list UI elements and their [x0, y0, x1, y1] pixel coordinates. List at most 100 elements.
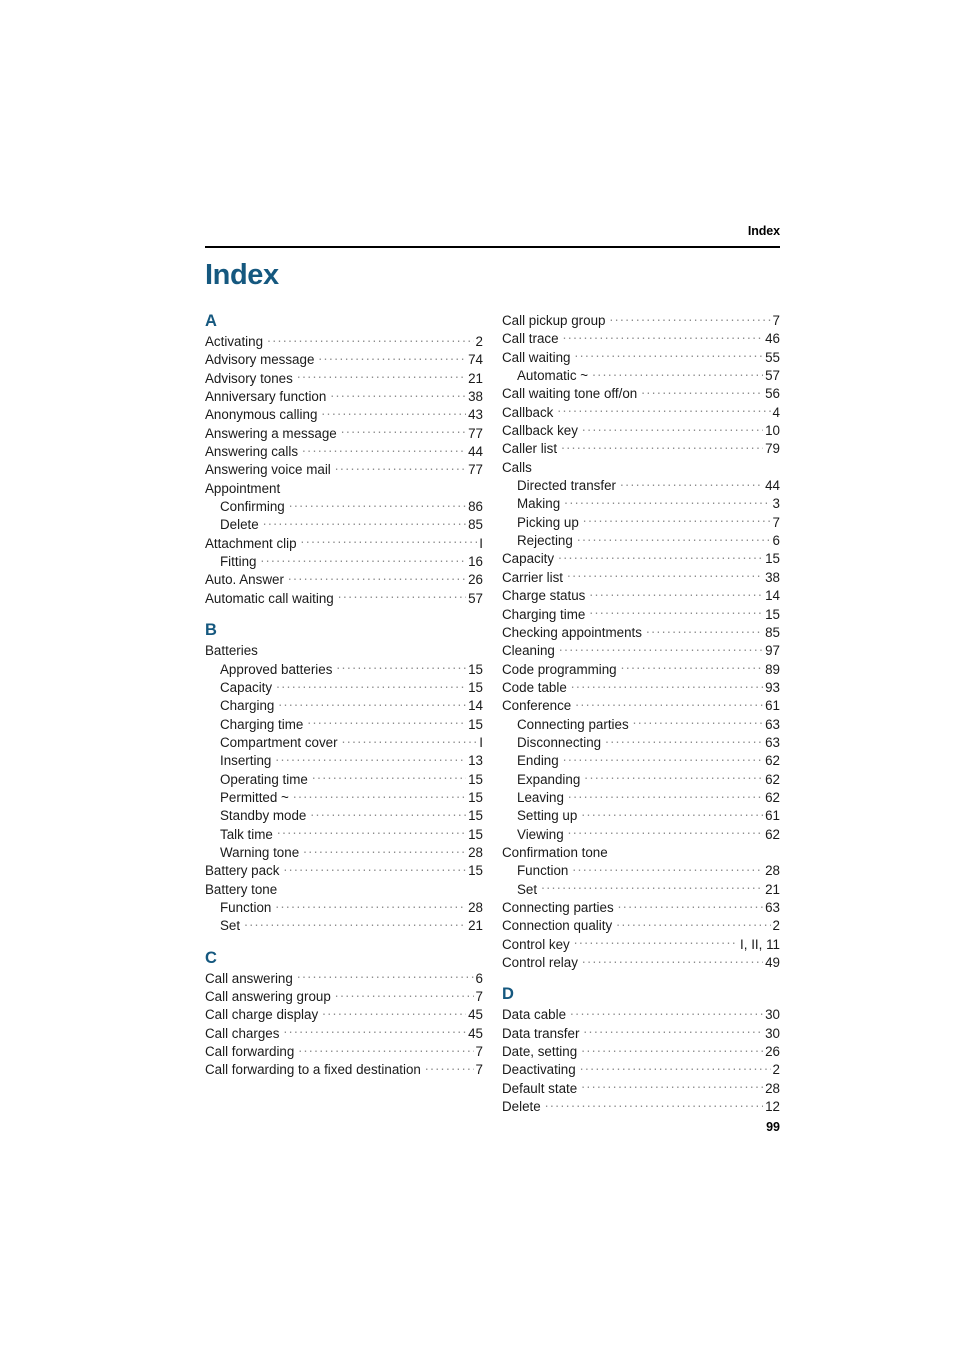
index-entry[interactable]: Function 28: [502, 862, 780, 880]
index-section-letter: D: [502, 985, 514, 1004]
index-entry[interactable]: Function 28: [205, 899, 483, 917]
index-entry-label: Call waiting: [502, 349, 571, 365]
index-entry[interactable]: Talk time 15: [205, 826, 483, 844]
index-entry-group[interactable]: Calls: [502, 459, 780, 477]
index-entry[interactable]: Compartment cover I: [205, 734, 483, 752]
index-entry[interactable]: Callback 4: [502, 404, 780, 422]
index-entry[interactable]: Connecting parties 63: [502, 899, 780, 917]
index-entry[interactable]: Connecting parties 63: [502, 716, 780, 734]
index-entry[interactable]: Inserting 13: [205, 752, 483, 770]
index-entry[interactable]: Picking up 7: [502, 514, 780, 532]
index-entry[interactable]: Control key I, II, 11: [502, 936, 780, 954]
index-entry[interactable]: Permitted ~ 15: [205, 789, 483, 807]
index-entry[interactable]: Call forwarding 7: [205, 1043, 483, 1061]
index-entry-label: Call answering group: [205, 989, 331, 1004]
index-entry[interactable]: Data cable 30: [502, 1006, 780, 1024]
index-entry[interactable]: Attachment clip I: [205, 535, 483, 553]
index-entry[interactable]: Date, setting 26: [502, 1043, 780, 1061]
index-entry[interactable]: Data transfer 30: [502, 1025, 780, 1043]
index-entry[interactable]: Call answering 6: [205, 970, 483, 988]
index-entry[interactable]: Deactivating 2: [502, 1061, 780, 1079]
index-entry[interactable]: Delete 12: [502, 1098, 780, 1116]
index-entry[interactable]: Leaving 62: [502, 789, 780, 807]
index-entry[interactable]: Activating 2: [205, 333, 483, 351]
index-entry[interactable]: Control relay 49: [502, 954, 780, 972]
index-entry[interactable]: Cleaning 97: [502, 642, 780, 660]
index-entry-page-number: 62: [765, 826, 780, 842]
dot-leader: [260, 553, 466, 566]
index-entry[interactable]: Call forwarding to a fixed destination 7: [205, 1061, 483, 1079]
dot-leader: [545, 1098, 763, 1111]
index-entry-group[interactable]: Confirmation tone: [502, 844, 780, 862]
index-entry[interactable]: Standby mode 15: [205, 807, 483, 825]
index-entry[interactable]: Code table 93: [502, 679, 780, 697]
index-entry[interactable]: Warning tone 28: [205, 844, 483, 862]
index-entry[interactable]: Charging time 15: [502, 606, 780, 624]
index-entry[interactable]: Advisory message 74: [205, 351, 483, 369]
index-entry[interactable]: Answering calls 44: [205, 443, 483, 461]
index-entry[interactable]: Directed transfer 44: [502, 477, 780, 495]
index-entry[interactable]: Call trace 46: [502, 330, 780, 348]
index-entry[interactable]: Call charge display 45: [205, 1006, 483, 1024]
index-entry-group[interactable]: Battery tone: [205, 881, 483, 899]
index-entry[interactable]: Default state 28: [502, 1080, 780, 1098]
index-entry-label: Default state: [502, 1080, 578, 1096]
index-entry[interactable]: Viewing 62: [502, 826, 780, 844]
index-entry[interactable]: Fitting 16: [205, 553, 483, 571]
index-entry[interactable]: Confirming 86: [205, 498, 483, 516]
index-entry[interactable]: Anniversary function 38: [205, 388, 483, 406]
index-entry-group[interactable]: Batteries: [205, 642, 483, 660]
index-entry-page-number: 62: [765, 789, 780, 805]
index-entry[interactable]: Anonymous calling 43: [205, 406, 483, 424]
index-entry-group[interactable]: Appointment: [205, 480, 483, 498]
index-entry[interactable]: Charging 14: [205, 697, 483, 715]
index-entry-page-number: 86: [468, 499, 483, 515]
index-entry[interactable]: Conference 61: [502, 697, 780, 715]
index-entry[interactable]: Auto. Answer 26: [205, 571, 483, 589]
index-entry[interactable]: Capacity 15: [502, 550, 780, 568]
index-entry[interactable]: Approved batteries 15: [205, 661, 483, 679]
index-entry-label: Expanding: [517, 771, 581, 787]
index-entry-page-number: 15: [468, 789, 483, 805]
page-title: Index: [205, 259, 279, 291]
index-entry[interactable]: Charging time 15: [205, 716, 483, 734]
index-entry[interactable]: Call answering group 7: [205, 988, 483, 1006]
index-entry[interactable]: Disconnecting 63: [502, 734, 780, 752]
index-entry[interactable]: Carrier list 38: [502, 569, 780, 587]
index-entry-label: Activating: [205, 334, 264, 349]
index-entry[interactable]: Delete 85: [205, 516, 483, 534]
index-entry[interactable]: Automatic ~ 57: [502, 367, 780, 385]
index-entry[interactable]: Set 21: [205, 917, 483, 935]
index-entry[interactable]: Call waiting tone off/on 56: [502, 385, 780, 403]
running-header: Index: [205, 222, 780, 240]
index-entry[interactable]: Rejecting 6: [502, 532, 780, 550]
index-entry[interactable]: Set 21: [502, 881, 780, 899]
index-entry[interactable]: Making 3: [502, 495, 780, 513]
index-entry[interactable]: Call charges 45: [205, 1025, 483, 1043]
index-entry[interactable]: Automatic call waiting 57: [205, 590, 483, 608]
index-entry[interactable]: Advisory tones 21: [205, 370, 483, 388]
dot-leader: [342, 734, 478, 747]
index-entry-label: Capacity: [220, 679, 273, 695]
index-entry[interactable]: Capacity 15: [205, 679, 483, 697]
index-entry-label: Attachment clip: [205, 535, 297, 551]
index-entry[interactable]: Expanding 62: [502, 771, 780, 789]
index-entry[interactable]: Call waiting 55: [502, 349, 780, 367]
index-entry[interactable]: Caller list 79: [502, 440, 780, 458]
index-entry[interactable]: Connection quality 2: [502, 917, 780, 935]
index-entry[interactable]: Callback key 10: [502, 422, 780, 440]
dot-leader: [263, 516, 466, 529]
index-entry[interactable]: Code programming 89: [502, 661, 780, 679]
index-entry[interactable]: Operating time 15: [205, 771, 483, 789]
index-entry[interactable]: Call pickup group 7: [502, 312, 780, 330]
index-entry[interactable]: Answering voice mail 77: [205, 461, 483, 479]
index-entry[interactable]: Battery pack 15: [205, 862, 483, 880]
index-entry[interactable]: Answering a message 77: [205, 425, 483, 443]
index-entry[interactable]: Charge status 14: [502, 587, 780, 605]
index-entry[interactable]: Setting up 61: [502, 807, 780, 825]
index-entry[interactable]: Checking appointments 85: [502, 624, 780, 642]
dot-leader: [633, 716, 763, 729]
index-entry[interactable]: Ending 62: [502, 752, 780, 770]
index-entry-page-number: 62: [765, 771, 780, 787]
index-entry-page-number: 15: [765, 606, 780, 622]
